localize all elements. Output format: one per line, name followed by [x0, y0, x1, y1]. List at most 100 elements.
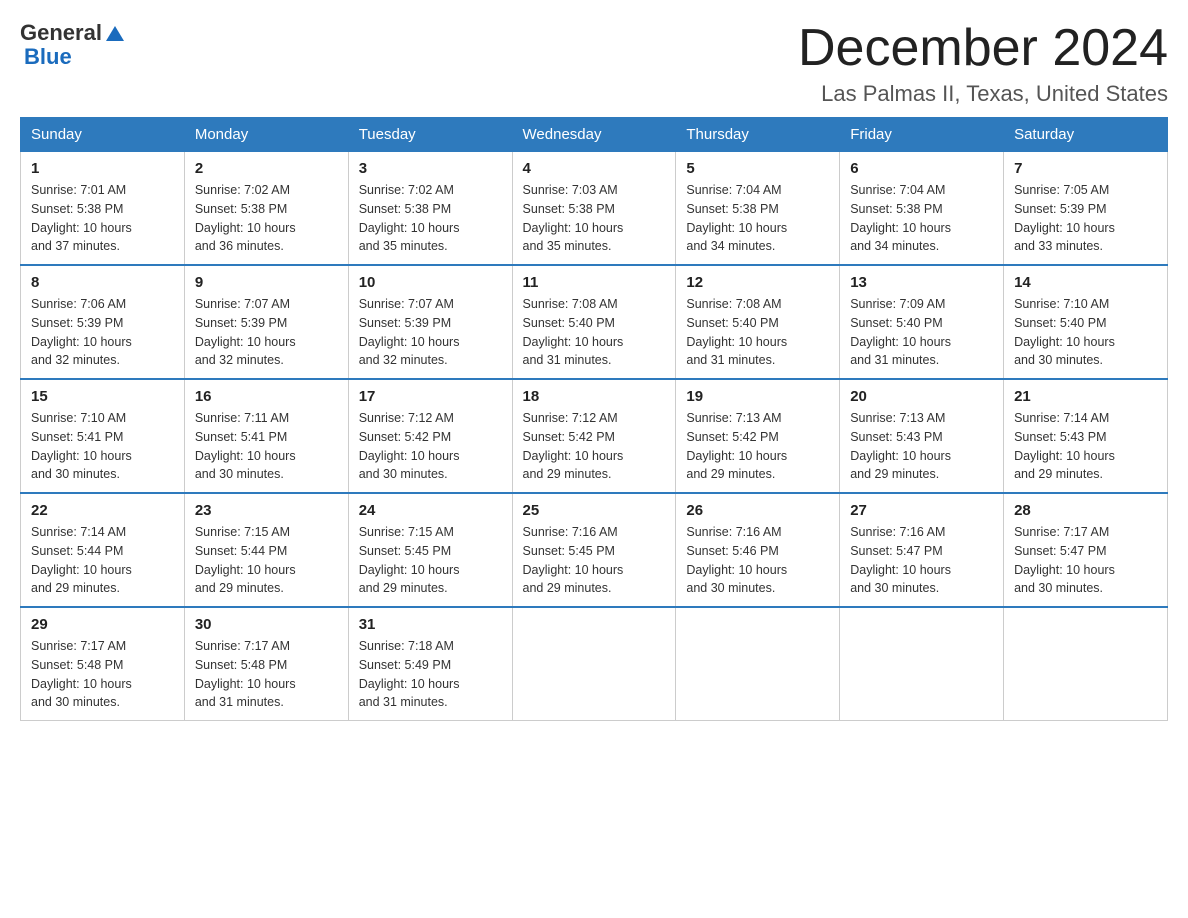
day-info: Sunrise: 7:08 AM Sunset: 5:40 PM Dayligh… — [523, 295, 666, 370]
calendar-table: SundayMondayTuesdayWednesdayThursdayFrid… — [20, 117, 1168, 721]
weekday-header-wednesday: Wednesday — [512, 118, 676, 152]
calendar-cell: 17 Sunrise: 7:12 AM Sunset: 5:42 PM Dayl… — [348, 379, 512, 493]
day-info: Sunrise: 7:10 AM Sunset: 5:41 PM Dayligh… — [31, 409, 174, 484]
day-number: 6 — [850, 160, 993, 177]
calendar-cell: 11 Sunrise: 7:08 AM Sunset: 5:40 PM Dayl… — [512, 265, 676, 379]
calendar-cell — [1004, 607, 1168, 721]
day-info: Sunrise: 7:15 AM Sunset: 5:44 PM Dayligh… — [195, 523, 338, 598]
day-number: 23 — [195, 502, 338, 519]
week-row-1: 1 Sunrise: 7:01 AM Sunset: 5:38 PM Dayli… — [21, 152, 1168, 266]
calendar-cell: 19 Sunrise: 7:13 AM Sunset: 5:42 PM Dayl… — [676, 379, 840, 493]
week-row-2: 8 Sunrise: 7:06 AM Sunset: 5:39 PM Dayli… — [21, 265, 1168, 379]
day-number: 10 — [359, 274, 502, 291]
day-info: Sunrise: 7:02 AM Sunset: 5:38 PM Dayligh… — [359, 181, 502, 256]
calendar-cell: 15 Sunrise: 7:10 AM Sunset: 5:41 PM Dayl… — [21, 379, 185, 493]
day-info: Sunrise: 7:17 AM Sunset: 5:48 PM Dayligh… — [31, 637, 174, 712]
weekday-header-friday: Friday — [840, 118, 1004, 152]
day-info: Sunrise: 7:13 AM Sunset: 5:43 PM Dayligh… — [850, 409, 993, 484]
day-number: 28 — [1014, 502, 1157, 519]
week-row-5: 29 Sunrise: 7:17 AM Sunset: 5:48 PM Dayl… — [21, 607, 1168, 721]
day-number: 1 — [31, 160, 174, 177]
weekday-header-sunday: Sunday — [21, 118, 185, 152]
day-number: 24 — [359, 502, 502, 519]
calendar-cell: 16 Sunrise: 7:11 AM Sunset: 5:41 PM Dayl… — [184, 379, 348, 493]
calendar-cell: 26 Sunrise: 7:16 AM Sunset: 5:46 PM Dayl… — [676, 493, 840, 607]
title-block: December 2024 Las Palmas II, Texas, Unit… — [798, 20, 1168, 107]
day-info: Sunrise: 7:02 AM Sunset: 5:38 PM Dayligh… — [195, 181, 338, 256]
day-number: 4 — [523, 160, 666, 177]
day-info: Sunrise: 7:16 AM Sunset: 5:46 PM Dayligh… — [686, 523, 829, 598]
day-info: Sunrise: 7:12 AM Sunset: 5:42 PM Dayligh… — [359, 409, 502, 484]
week-row-4: 22 Sunrise: 7:14 AM Sunset: 5:44 PM Dayl… — [21, 493, 1168, 607]
calendar-cell: 7 Sunrise: 7:05 AM Sunset: 5:39 PM Dayli… — [1004, 152, 1168, 266]
weekday-header-monday: Monday — [184, 118, 348, 152]
day-info: Sunrise: 7:17 AM Sunset: 5:47 PM Dayligh… — [1014, 523, 1157, 598]
day-number: 16 — [195, 388, 338, 405]
calendar-cell: 2 Sunrise: 7:02 AM Sunset: 5:38 PM Dayli… — [184, 152, 348, 266]
day-number: 31 — [359, 616, 502, 633]
calendar-subtitle: Las Palmas II, Texas, United States — [798, 81, 1168, 107]
logo-general: General — [20, 20, 102, 46]
day-info: Sunrise: 7:09 AM Sunset: 5:40 PM Dayligh… — [850, 295, 993, 370]
calendar-cell: 4 Sunrise: 7:03 AM Sunset: 5:38 PM Dayli… — [512, 152, 676, 266]
day-number: 21 — [1014, 388, 1157, 405]
calendar-cell: 25 Sunrise: 7:16 AM Sunset: 5:45 PM Dayl… — [512, 493, 676, 607]
day-number: 30 — [195, 616, 338, 633]
day-info: Sunrise: 7:04 AM Sunset: 5:38 PM Dayligh… — [850, 181, 993, 256]
calendar-cell — [512, 607, 676, 721]
day-info: Sunrise: 7:16 AM Sunset: 5:47 PM Dayligh… — [850, 523, 993, 598]
logo: General Blue — [20, 20, 126, 70]
day-info: Sunrise: 7:13 AM Sunset: 5:42 PM Dayligh… — [686, 409, 829, 484]
day-number: 17 — [359, 388, 502, 405]
day-number: 13 — [850, 274, 993, 291]
calendar-cell: 5 Sunrise: 7:04 AM Sunset: 5:38 PM Dayli… — [676, 152, 840, 266]
calendar-cell: 20 Sunrise: 7:13 AM Sunset: 5:43 PM Dayl… — [840, 379, 1004, 493]
calendar-cell: 12 Sunrise: 7:08 AM Sunset: 5:40 PM Dayl… — [676, 265, 840, 379]
day-number: 19 — [686, 388, 829, 405]
day-info: Sunrise: 7:07 AM Sunset: 5:39 PM Dayligh… — [195, 295, 338, 370]
day-number: 7 — [1014, 160, 1157, 177]
day-info: Sunrise: 7:14 AM Sunset: 5:43 PM Dayligh… — [1014, 409, 1157, 484]
day-info: Sunrise: 7:04 AM Sunset: 5:38 PM Dayligh… — [686, 181, 829, 256]
day-number: 9 — [195, 274, 338, 291]
day-info: Sunrise: 7:03 AM Sunset: 5:38 PM Dayligh… — [523, 181, 666, 256]
calendar-cell: 10 Sunrise: 7:07 AM Sunset: 5:39 PM Dayl… — [348, 265, 512, 379]
day-number: 11 — [523, 274, 666, 291]
calendar-cell: 18 Sunrise: 7:12 AM Sunset: 5:42 PM Dayl… — [512, 379, 676, 493]
day-number: 26 — [686, 502, 829, 519]
week-row-3: 15 Sunrise: 7:10 AM Sunset: 5:41 PM Dayl… — [21, 379, 1168, 493]
day-number: 20 — [850, 388, 993, 405]
calendar-cell: 28 Sunrise: 7:17 AM Sunset: 5:47 PM Dayl… — [1004, 493, 1168, 607]
day-info: Sunrise: 7:01 AM Sunset: 5:38 PM Dayligh… — [31, 181, 174, 256]
calendar-cell: 14 Sunrise: 7:10 AM Sunset: 5:40 PM Dayl… — [1004, 265, 1168, 379]
day-number: 8 — [31, 274, 174, 291]
day-info: Sunrise: 7:06 AM Sunset: 5:39 PM Dayligh… — [31, 295, 174, 370]
day-info: Sunrise: 7:11 AM Sunset: 5:41 PM Dayligh… — [195, 409, 338, 484]
day-info: Sunrise: 7:18 AM Sunset: 5:49 PM Dayligh… — [359, 637, 502, 712]
weekday-header-saturday: Saturday — [1004, 118, 1168, 152]
day-info: Sunrise: 7:17 AM Sunset: 5:48 PM Dayligh… — [195, 637, 338, 712]
weekday-header-tuesday: Tuesday — [348, 118, 512, 152]
day-number: 25 — [523, 502, 666, 519]
calendar-cell: 8 Sunrise: 7:06 AM Sunset: 5:39 PM Dayli… — [21, 265, 185, 379]
weekday-header-thursday: Thursday — [676, 118, 840, 152]
calendar-cell: 9 Sunrise: 7:07 AM Sunset: 5:39 PM Dayli… — [184, 265, 348, 379]
calendar-cell: 22 Sunrise: 7:14 AM Sunset: 5:44 PM Dayl… — [21, 493, 185, 607]
day-number: 3 — [359, 160, 502, 177]
day-info: Sunrise: 7:14 AM Sunset: 5:44 PM Dayligh… — [31, 523, 174, 598]
calendar-cell: 21 Sunrise: 7:14 AM Sunset: 5:43 PM Dayl… — [1004, 379, 1168, 493]
day-number: 27 — [850, 502, 993, 519]
calendar-cell: 31 Sunrise: 7:18 AM Sunset: 5:49 PM Dayl… — [348, 607, 512, 721]
day-info: Sunrise: 7:07 AM Sunset: 5:39 PM Dayligh… — [359, 295, 502, 370]
calendar-title: December 2024 — [798, 20, 1168, 77]
day-info: Sunrise: 7:15 AM Sunset: 5:45 PM Dayligh… — [359, 523, 502, 598]
logo-blue: Blue — [20, 44, 72, 70]
day-number: 12 — [686, 274, 829, 291]
calendar-cell: 30 Sunrise: 7:17 AM Sunset: 5:48 PM Dayl… — [184, 607, 348, 721]
calendar-cell: 1 Sunrise: 7:01 AM Sunset: 5:38 PM Dayli… — [21, 152, 185, 266]
day-number: 29 — [31, 616, 174, 633]
weekday-header-row: SundayMondayTuesdayWednesdayThursdayFrid… — [21, 118, 1168, 152]
day-info: Sunrise: 7:08 AM Sunset: 5:40 PM Dayligh… — [686, 295, 829, 370]
day-info: Sunrise: 7:16 AM Sunset: 5:45 PM Dayligh… — [523, 523, 666, 598]
day-number: 22 — [31, 502, 174, 519]
